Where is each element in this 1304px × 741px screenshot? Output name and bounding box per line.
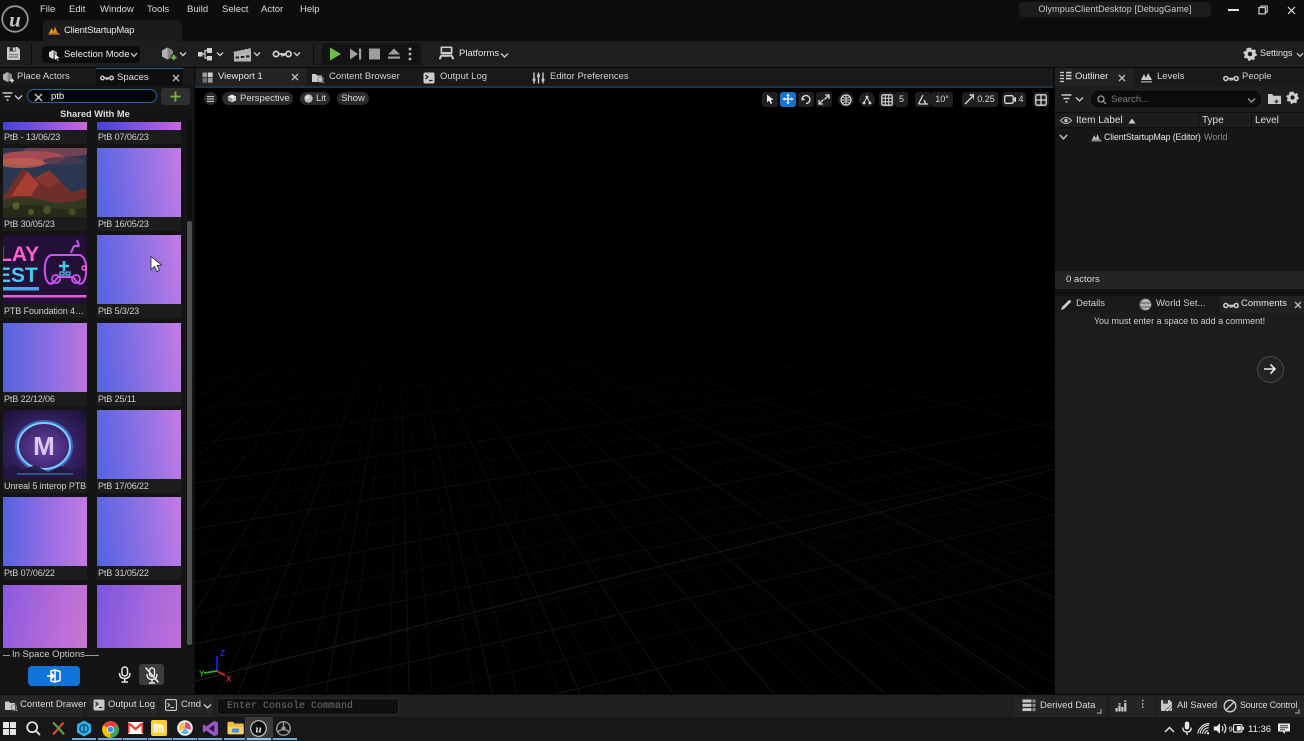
svg-text:EST: EST	[3, 264, 38, 287]
svg-text:M: M	[33, 431, 55, 461]
svg-text:u: u	[255, 724, 261, 736]
svg-text:Y: Y	[199, 670, 205, 679]
svg-text:LAY: LAY	[3, 243, 39, 266]
svg-text:9: 9	[1229, 724, 1233, 733]
svg-text:u: u	[9, 8, 21, 32]
svg-text:Z: Z	[220, 649, 225, 658]
svg-text:X: X	[226, 675, 232, 684]
